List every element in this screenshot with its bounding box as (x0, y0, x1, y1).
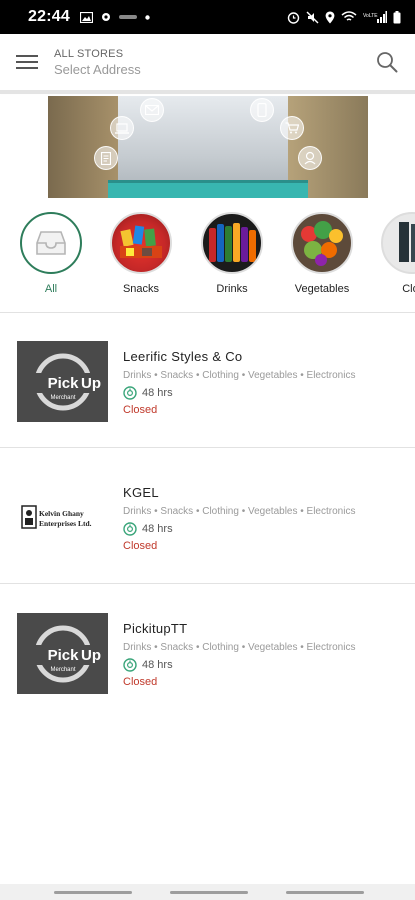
header-divider (0, 90, 415, 94)
category-all-circle (20, 212, 82, 274)
category-label: Clot (402, 283, 415, 295)
store-hours: 48 hrs (123, 522, 408, 536)
store-hours: 48 hrs (123, 386, 408, 400)
store-logo: Pick Up Merchant (17, 341, 108, 422)
logo-up-text: Up (81, 647, 101, 664)
cart-icon (280, 116, 304, 140)
header-store-label: ALL STORES (54, 47, 124, 60)
clock-icon (123, 522, 137, 536)
store-hours: 48 hrs (123, 658, 408, 672)
logo-merchant-text: Merchant (50, 395, 75, 401)
app-header: ALL STORES Select Address (0, 34, 415, 90)
store-card[interactable]: Kelvin Ghany Enterprises Ltd. KGEL Drink… (0, 449, 415, 583)
status-bar: 22:44 VoLTE (0, 0, 415, 34)
store-logo: Kelvin Ghany Enterprises Ltd. (17, 477, 108, 558)
category-label: All (44, 283, 58, 295)
wifi-icon (341, 11, 357, 21)
store-card[interactable]: Pick Up Merchant Leerific Styles & Co Dr… (0, 313, 415, 447)
store-logo: Pick Up Merchant (17, 613, 108, 694)
store-name: PickitupTT (123, 621, 188, 636)
clock-icon (123, 658, 137, 672)
address-selector[interactable]: ALL STORES Select Address (54, 48, 141, 77)
store-name: KGEL (123, 485, 159, 500)
dot-icon (145, 14, 150, 20)
section-divider (0, 583, 415, 584)
app-screen: 22:44 VoLTE ALL STORES Select Address Al… (0, 0, 415, 900)
store-status: Closed (123, 540, 158, 552)
category-label: Drinks (216, 283, 248, 295)
signal-icon: VoLTE (363, 11, 387, 23)
vpn-icon (101, 13, 110, 21)
email-icon (140, 98, 164, 122)
phone-icon (250, 98, 274, 122)
store-hours-text: 48 hrs (142, 387, 173, 399)
nav-recent-button[interactable] (54, 891, 132, 894)
category-label: Vegetables (294, 283, 350, 295)
logo-pickup-text: Pick (47, 375, 79, 392)
search-button[interactable] (373, 48, 401, 76)
store-status: Closed (123, 404, 158, 416)
category-clothing[interactable]: Clot (372, 212, 415, 295)
hamburger-icon (16, 55, 38, 69)
promo-banner[interactable] (48, 96, 368, 198)
clock-icon (123, 386, 137, 400)
category-vegetables[interactable]: Vegetables (282, 212, 362, 295)
store-info: PickitupTT Drinks • Snacks • Clothing • … (123, 621, 408, 688)
store-info: KGEL Drinks • Snacks • Clothing • Vegeta… (123, 485, 408, 552)
logo-merchant-text: Merchant (50, 667, 75, 673)
drinks-image (201, 212, 263, 274)
svg-text:VoLTE: VoLTE (363, 13, 378, 19)
location-icon (325, 11, 335, 23)
nav-back-button[interactable] (286, 891, 364, 894)
section-divider (0, 447, 415, 448)
logo-pickup-text: Pick (47, 647, 79, 664)
laptop-icon (110, 116, 134, 140)
select-address-field[interactable]: Select Address (54, 62, 141, 77)
menu-button[interactable] (0, 34, 54, 90)
nav-home-button[interactable] (170, 891, 248, 894)
banner-cart (108, 180, 308, 198)
location-pin-icon (298, 146, 322, 170)
system-nav-bar (0, 884, 415, 900)
logo-line2: Enterprises Ltd. (39, 519, 92, 528)
app-icon (118, 15, 137, 19)
mute-icon (306, 11, 319, 23)
logo-line1: Kelvin Ghany (39, 509, 84, 518)
store-card[interactable]: Pick Up Merchant PickitupTT Drinks • Sna… (0, 585, 415, 719)
category-scroller[interactable]: All Snacks Drinks Vegetables Clot (0, 212, 415, 304)
document-icon (94, 146, 118, 170)
category-drinks[interactable]: Drinks (192, 212, 272, 295)
store-categories: Drinks • Snacks • Clothing • Vegetables … (123, 370, 356, 381)
vegetables-image (291, 212, 353, 274)
store-categories: Drinks • Snacks • Clothing • Vegetables … (123, 506, 356, 517)
store-status: Closed (123, 676, 158, 688)
store-categories: Drinks • Snacks • Clothing • Vegetables … (123, 642, 356, 653)
store-hours-text: 48 hrs (142, 659, 173, 671)
snacks-image (110, 212, 172, 274)
battery-icon (393, 10, 401, 23)
search-icon (377, 52, 398, 73)
status-time: 22:44 (28, 8, 70, 25)
store-info: Leerific Styles & Co Drinks • Snacks • C… (123, 349, 408, 416)
inbox-icon (36, 231, 66, 255)
category-snacks[interactable]: Snacks (101, 212, 181, 295)
alarm-icon (287, 11, 300, 24)
status-right-icons: VoLTE (287, 10, 401, 24)
clothing-image (381, 212, 415, 274)
status-left-icons (79, 11, 150, 23)
category-all[interactable]: All (11, 212, 91, 295)
store-name: Leerific Styles & Co (123, 349, 243, 364)
logo-up-text: Up (81, 375, 101, 392)
gallery-icon (79, 11, 93, 23)
store-hours-text: 48 hrs (142, 523, 173, 535)
category-label: Snacks (122, 283, 160, 295)
